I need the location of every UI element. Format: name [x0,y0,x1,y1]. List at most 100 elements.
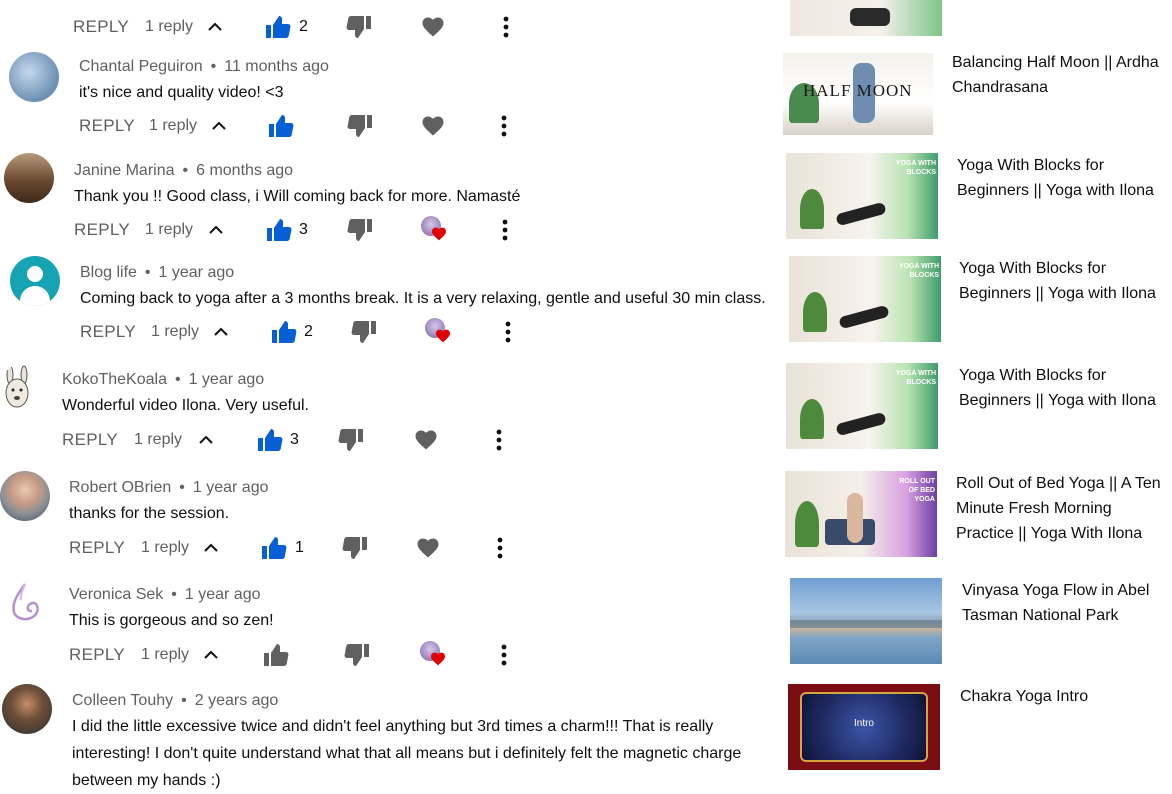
like-icon[interactable] [268,114,294,138]
reply-button[interactable]: REPLY [74,220,130,240]
like-icon[interactable] [261,536,287,560]
like-icon[interactable] [265,15,291,39]
reply-button[interactable]: REPLY [80,322,136,342]
comment-time[interactable]: 11 months ago [224,58,329,75]
avatar[interactable] [0,363,50,413]
related-video-title[interactable]: Yoga With Blocks for Beginners || Yoga w… [959,363,1169,413]
reply-button[interactable]: REPLY [69,645,125,665]
chevron-up-icon[interactable] [211,118,227,134]
dislike-icon[interactable] [347,218,373,242]
more-options-icon[interactable] [500,114,508,138]
more-options-icon[interactable] [496,536,504,560]
video-thumbnail[interactable]: Intro [788,684,940,770]
related-video[interactable]: YOGA WITH BLOCKS Yoga With Blocks for Be… [780,363,1172,453]
video-thumbnail[interactable]: YOGA WITH BLOCKS [786,153,938,239]
dislike-icon[interactable] [346,15,372,39]
related-video-title[interactable]: Yoga With Blocks for Beginners || Yoga w… [957,153,1167,203]
avatar[interactable] [10,256,60,306]
more-options-icon[interactable] [501,218,509,242]
related-video-title[interactable]: Balancing Half Moon || Ardha Chandrasana [952,50,1162,100]
comment-meta: KokoTheKoala • 1 year ago [62,371,265,388]
comment-item: REPLY 1 reply 2 [0,0,780,40]
video-thumbnail[interactable]: YOGA WITH BLOCKS [789,256,941,342]
heart-icon[interactable] [421,114,445,138]
heart-icon[interactable] [414,428,438,452]
heart-icon[interactable] [416,536,440,560]
replies-toggle[interactable]: 1 reply [141,646,189,664]
heart-icon[interactable] [421,15,445,39]
comment-time[interactable]: 1 year ago [193,479,269,496]
more-options-icon[interactable] [504,320,512,344]
comment-time[interactable]: 2 years ago [195,692,279,709]
like-icon[interactable] [257,428,283,452]
author-name[interactable]: Blog life [80,264,137,281]
reply-button[interactable]: REPLY [62,430,118,450]
dislike-icon[interactable] [342,536,368,560]
reply-button[interactable]: REPLY [69,538,125,558]
like-icon[interactable] [266,218,292,242]
related-video[interactable]: Intro Chakra Yoga Intro [780,684,1172,774]
related-video-title[interactable]: Chakra Yoga Intro [960,684,1170,709]
author-name[interactable]: KokoTheKoala [62,371,167,388]
author-name[interactable]: Veronica Sek [69,586,163,603]
related-video[interactable]: HALF MOON Balancing Half Moon || Ardha C… [780,50,1172,140]
replies-toggle[interactable]: 1 reply [141,539,189,557]
related-video[interactable]: ROLL OUT OF BED YOGA Roll Out of Bed Yog… [780,471,1172,561]
video-thumbnail[interactable]: ROLL OUT OF BED YOGA [785,471,937,557]
chevron-up-icon[interactable] [198,432,214,448]
like-icon[interactable] [271,320,297,344]
chevron-up-icon[interactable] [208,222,224,238]
avatar[interactable] [9,52,59,102]
chevron-up-icon[interactable] [203,540,219,556]
dislike-icon[interactable] [351,320,377,344]
replies-toggle[interactable]: 1 reply [145,221,193,239]
reply-button[interactable]: REPLY [73,17,129,37]
more-options-icon[interactable] [495,428,503,452]
replies-toggle[interactable]: 1 reply [151,323,199,341]
video-thumbnail[interactable]: HALF MOON [783,53,933,135]
dislike-icon[interactable] [344,643,370,667]
thumbnail-text: YOGA WITH BLOCKS [895,160,936,176]
video-thumbnail[interactable] [790,0,942,36]
comment-time[interactable]: 6 months ago [196,162,293,179]
replies-toggle[interactable]: 1 reply [145,18,193,36]
replies-toggle[interactable]: 1 reply [134,431,182,449]
comment-time[interactable]: 1 year ago [185,586,261,603]
comment-time[interactable]: 1 year ago [159,264,235,281]
replies-toggle[interactable]: 1 reply [149,117,197,135]
comment-text: This is gorgeous and so zen! [69,612,274,629]
related-video[interactable]: YOGA WITH BLOCKS Yoga With Blocks for Be… [780,153,1172,243]
avatar[interactable] [4,153,54,203]
like-icon[interactable] [263,643,289,667]
comment-text: thanks for the session. [69,505,230,522]
avatar[interactable] [2,684,52,734]
avatar[interactable] [0,471,50,521]
reply-button[interactable]: REPLY [79,116,135,136]
like-count: 2 [299,18,308,35]
related-video-title[interactable]: Roll Out of Bed Yoga || A Ten Minute Fre… [956,471,1166,546]
author-name[interactable]: Robert OBrien [69,479,171,496]
dislike-icon[interactable] [347,114,373,138]
comment-actions: REPLY 1 reply 3 [74,216,534,250]
related-video[interactable]: Vinyasa Yoga Flow in Abel Tasman Nationa… [780,578,1172,668]
video-thumbnail[interactable] [790,578,942,664]
author-name[interactable]: Colleen Touhy [72,692,173,709]
related-video-title[interactable]: Vinyasa Yoga Flow in Abel Tasman Nationa… [962,578,1172,628]
author-name[interactable]: Janine Marina [74,162,175,179]
chevron-up-icon[interactable] [213,324,229,340]
chevron-up-icon[interactable] [203,647,219,663]
comment-time[interactable]: 1 year ago [189,371,265,388]
more-options-icon[interactable] [500,643,508,667]
related-video-title[interactable]: Yoga With Blocks for Beginners || Yoga w… [959,256,1169,306]
thumbnail-text: YOGA WITH BLOCKS [895,370,936,386]
dislike-icon[interactable] [338,428,364,452]
related-video[interactable] [780,0,1172,40]
related-video[interactable]: YOGA WITH BLOCKS Yoga With Blocks for Be… [780,256,1172,346]
author-name[interactable]: Chantal Peguiron [79,58,203,75]
avatar[interactable] [0,578,50,628]
more-options-icon[interactable] [502,15,510,39]
video-thumbnail[interactable]: YOGA WITH BLOCKS [786,363,938,449]
comment-text: Coming back to yoga after a 3 months bre… [80,290,766,307]
comment-item: Chantal Peguiron • 11 months ago it's nice… [0,50,780,150]
chevron-up-icon[interactable] [207,19,223,35]
